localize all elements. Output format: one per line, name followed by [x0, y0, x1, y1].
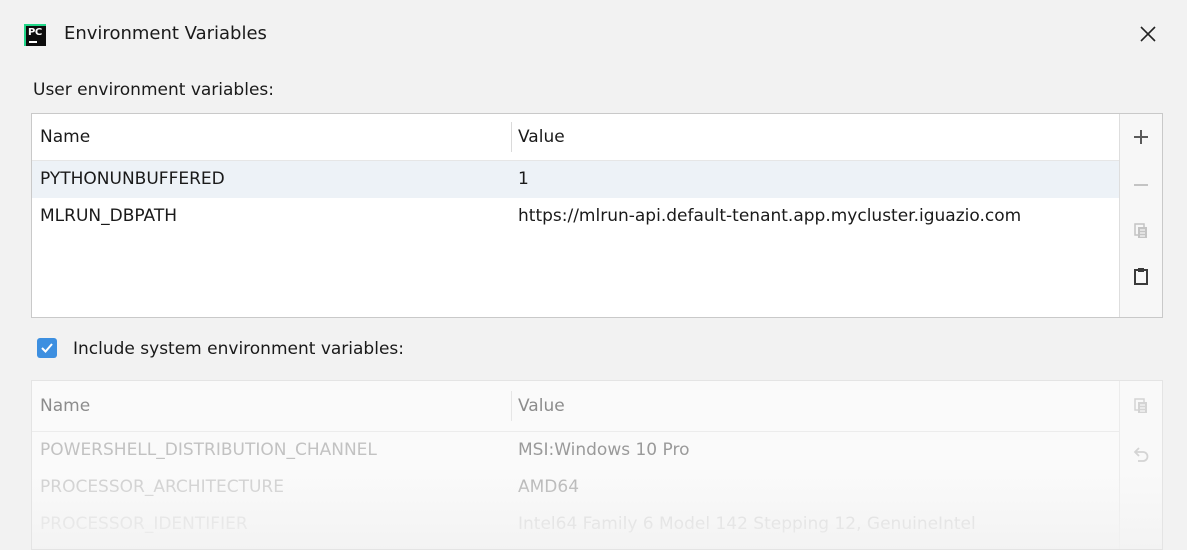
- dialog-title: Environment Variables: [64, 23, 267, 44]
- table-header: Name Value: [32, 114, 1120, 161]
- check-icon: [41, 343, 53, 353]
- checkbox-label[interactable]: Include system environment variables:: [73, 337, 404, 361]
- column-header-name[interactable]: Name: [40, 114, 90, 160]
- column-divider[interactable]: [511, 122, 512, 152]
- column-divider[interactable]: [511, 391, 512, 421]
- checkbox-checked[interactable]: [37, 338, 57, 358]
- paste-button[interactable]: [1120, 257, 1162, 295]
- column-header-name[interactable]: Name: [40, 381, 90, 431]
- pycharm-icon: PC: [24, 24, 46, 46]
- close-button[interactable]: [1128, 14, 1168, 54]
- system-env-table: Name Value POWERSHELL_DISTRIBUTION_CHANN…: [31, 380, 1163, 550]
- user-env-grid: Name Value PYTHONUNBUFFERED 1 MLRUN_DBPA…: [32, 114, 1120, 317]
- variable-name[interactable]: PROCESSOR_ARCHITECTURE: [40, 469, 284, 506]
- variable-value[interactable]: https://mlrun-api.default-tenant.app.myc…: [518, 198, 1021, 235]
- variable-name[interactable]: POWERSHELL_DISTRIBUTION_CHANNEL: [40, 432, 377, 469]
- add-button[interactable]: [1120, 118, 1162, 156]
- variable-value[interactable]: AMD64: [518, 469, 579, 506]
- undo-icon: [1133, 447, 1149, 462]
- copy-button[interactable]: [1120, 212, 1162, 250]
- copy-icon: [1134, 223, 1147, 238]
- system-env-toolbar: [1119, 381, 1162, 549]
- variable-name[interactable]: PYTHONUNBUFFERED: [40, 161, 225, 198]
- close-icon: [1140, 26, 1156, 42]
- variable-value[interactable]: 1: [518, 161, 529, 198]
- remove-icon: [1134, 184, 1148, 186]
- add-icon: [1134, 130, 1148, 144]
- table-row[interactable]: MLRUN_DBPATH https://mlrun-api.default-t…: [32, 198, 1120, 235]
- variable-value[interactable]: Intel64 Family 6 Model 142 Stepping 12, …: [518, 506, 976, 543]
- copy-icon: [1134, 398, 1147, 413]
- remove-button[interactable]: [1120, 166, 1162, 204]
- column-header-value[interactable]: Value: [518, 381, 565, 431]
- user-env-label: User environment variables:: [33, 80, 274, 100]
- table-row[interactable]: PROCESSOR_IDENTIFIER Intel64 Family 6 Mo…: [32, 506, 1120, 543]
- system-env-grid: Name Value POWERSHELL_DISTRIBUTION_CHANN…: [32, 381, 1120, 549]
- table-row[interactable]: POWERSHELL_DISTRIBUTION_CHANNEL MSI:Wind…: [32, 432, 1120, 469]
- table-header: Name Value: [32, 381, 1120, 432]
- user-env-toolbar: [1119, 114, 1162, 317]
- table-row[interactable]: PYTHONUNBUFFERED 1: [32, 161, 1120, 198]
- variable-name[interactable]: PROCESSOR_IDENTIFIER: [40, 506, 248, 543]
- column-header-value[interactable]: Value: [518, 114, 565, 160]
- undo-button[interactable]: [1120, 436, 1162, 474]
- paste-icon: [1134, 268, 1148, 285]
- title-bar: PC Environment Variables: [0, 0, 1187, 68]
- user-env-table: Name Value PYTHONUNBUFFERED 1 MLRUN_DBPA…: [31, 113, 1163, 318]
- table-row[interactable]: PROCESSOR_ARCHITECTURE AMD64: [32, 469, 1120, 506]
- variable-value[interactable]: MSI:Windows 10 Pro: [518, 432, 690, 469]
- copy-button[interactable]: [1120, 387, 1162, 425]
- variable-name[interactable]: MLRUN_DBPATH: [40, 198, 177, 235]
